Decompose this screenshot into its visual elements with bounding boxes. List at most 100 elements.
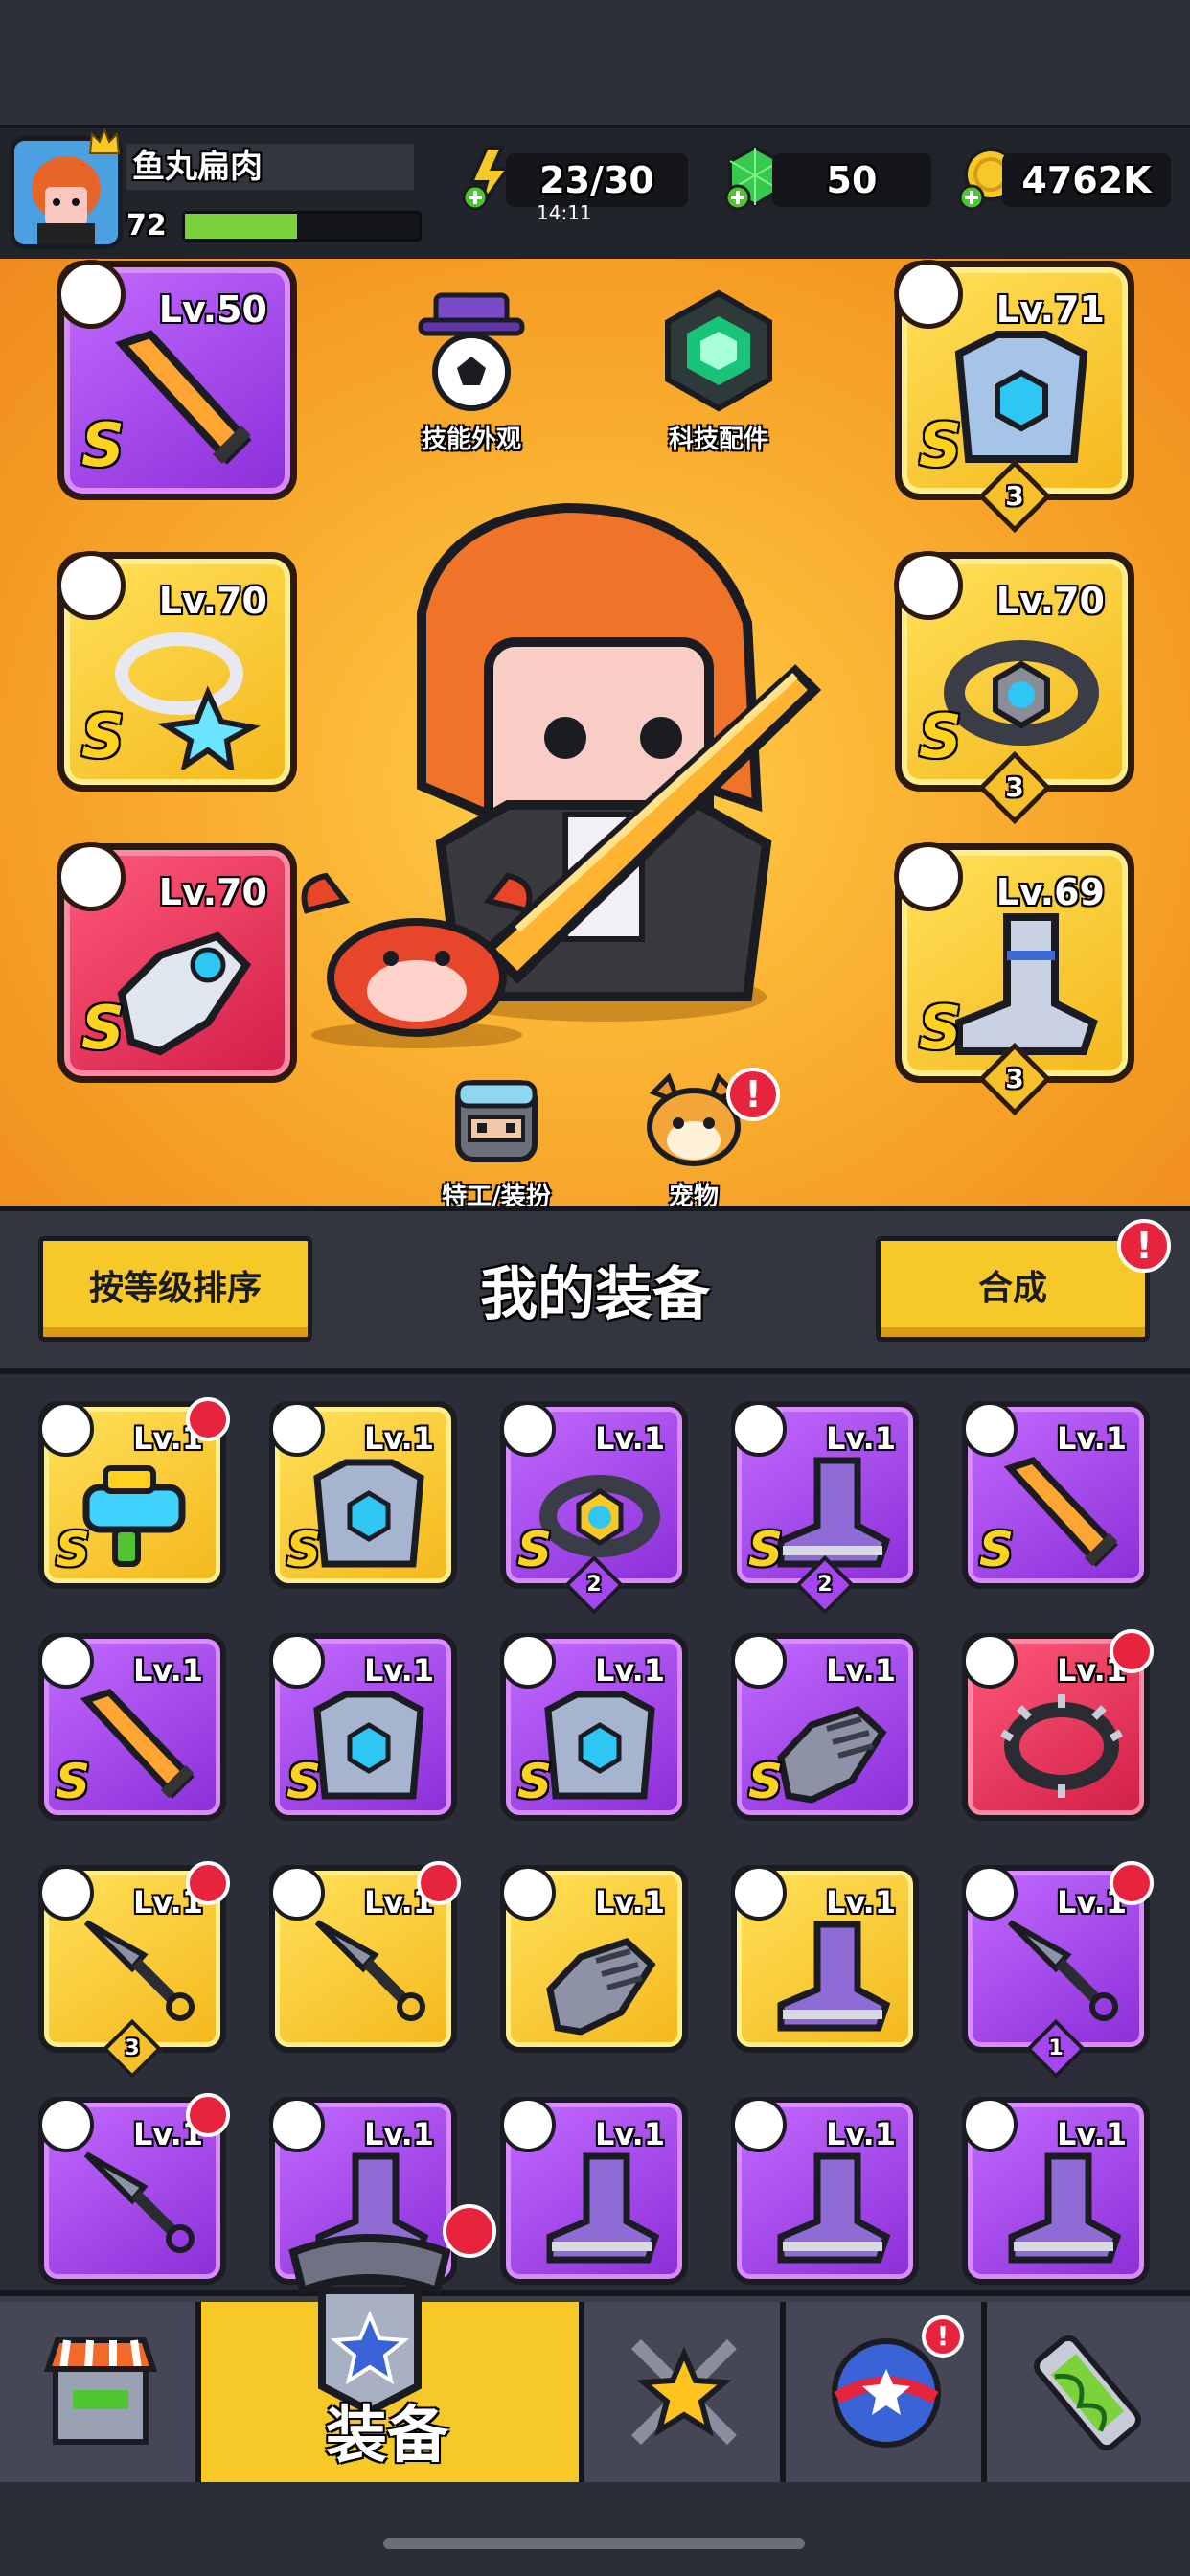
rank-badge: S <box>81 410 125 480</box>
inventory-slot[interactable]: Lv.1 <box>731 1865 919 2053</box>
tech-parts-button[interactable]: 科技配件 <box>632 288 805 455</box>
gauntlet-icon <box>546 1938 656 2036</box>
item-level: Lv.1 <box>594 2116 665 2152</box>
item-level: Lv.1 <box>363 1652 434 1689</box>
inventory-slot[interactable]: Lv.1 <box>731 2097 919 2285</box>
coin-counter: 4762K <box>1002 153 1171 207</box>
inventory-slot[interactable]: Lv.1 S <box>38 1633 226 1821</box>
new-item-badge <box>186 1397 230 1441</box>
xp-bar-fill <box>185 214 298 239</box>
inventory-slot[interactable]: Lv.1 S <box>269 1401 457 1589</box>
armor-icon <box>313 1459 424 1568</box>
energy-counter: 23/30 <box>506 153 688 207</box>
rank-badge: S <box>81 993 125 1063</box>
item-level: Lv.1 <box>594 1652 665 1689</box>
rank-badge: S <box>56 1522 91 1577</box>
crossed-swords-star-icon <box>631 2339 737 2445</box>
merge-alert-badge: ! <box>1117 1219 1171 1273</box>
inventory-slot[interactable]: Lv.1 <box>38 2093 230 2285</box>
status-bar <box>0 0 1190 125</box>
sword-icon <box>80 1688 195 1800</box>
equip-slot-weapon[interactable]: Lv.50 S <box>57 260 297 500</box>
inventory-title: 我的装备 <box>480 1261 710 1328</box>
dna-capsule-icon <box>1034 2334 1141 2451</box>
crown-icon <box>88 128 121 154</box>
belt-icon <box>539 1475 660 1557</box>
rank-badge: S <box>979 1522 1015 1577</box>
inventory-slot[interactable]: Lv.1 <box>962 1629 1154 1821</box>
agent-outfit-button[interactable]: 特工/装扮 <box>410 1073 583 1212</box>
item-level: Lv.1 <box>1056 1420 1127 1457</box>
gauntlet-icon <box>117 932 252 1056</box>
equip-slot-boots[interactable]: Lv.69 S 3 <box>894 842 1134 1116</box>
armor-icon <box>313 1690 424 1800</box>
equip-slot-belt[interactable]: Lv.70 S 3 <box>894 551 1134 825</box>
nav-tab-battle[interactable] <box>584 2302 786 2482</box>
inventory-slot[interactable]: Lv.1 1 <box>962 1861 1154 2080</box>
kunai-icon <box>83 2151 195 2253</box>
boots-icon <box>777 1920 891 2032</box>
sword-icon <box>114 330 252 465</box>
player-level: 72 <box>126 209 167 242</box>
sort-by-level-button[interactable]: 按等级排序 <box>38 1236 312 1342</box>
boots-icon <box>1008 2152 1122 2264</box>
equip-slot-armor[interactable]: Lv.71 S 3 <box>894 260 1134 534</box>
inventory-slot[interactable]: Lv.1 S 2 <box>731 1401 919 1616</box>
new-item-badge <box>186 1861 230 1905</box>
rank-badge: S <box>919 702 962 771</box>
shop-icon <box>43 2337 158 2445</box>
equipment-new-badge <box>443 2204 496 2258</box>
inventory-slot[interactable]: Lv.1 S <box>731 1633 919 1821</box>
inventory-slot[interactable]: Lv.1 <box>269 1861 461 2053</box>
item-level: Lv.1 <box>363 2116 434 2152</box>
armor-icon <box>544 1690 655 1800</box>
home-indicator[interactable] <box>383 2538 805 2549</box>
events-alert-badge: ! <box>922 2315 964 2358</box>
equip-slot-gloves[interactable]: Lv.70 S <box>57 842 297 1083</box>
inventory-slot[interactable]: Lv.1 S <box>500 1633 688 1821</box>
item-level: Lv.1 <box>594 1884 665 1920</box>
rank-badge: S <box>919 410 962 480</box>
spiked-collar-icon <box>1000 1694 1123 1798</box>
boots-icon <box>546 2152 660 2264</box>
inventory-slot[interactable]: Lv.1 <box>500 2097 688 2285</box>
rank-badge: S <box>81 702 125 771</box>
nav-tab-shop[interactable] <box>0 2302 201 2482</box>
nav-tab-events[interactable]: ! <box>786 2302 987 2482</box>
gem-counter: 50 <box>772 153 931 207</box>
blaster-icon <box>82 1465 186 1567</box>
energy-timer: 14:11 <box>537 201 592 224</box>
item-level: Lv.1 <box>825 2116 896 2152</box>
player-name: 鱼丸扁肉 <box>126 144 414 190</box>
nav-tab-evolution[interactable] <box>987 2302 1190 2482</box>
nav-tab-equipment-label: 装备 <box>326 2401 448 2472</box>
equip-slot-necklace[interactable]: Lv.70 S <box>57 551 297 792</box>
merge-button[interactable]: 合成 <box>876 1236 1150 1342</box>
inventory-slot[interactable]: Lv.1 <box>500 1865 688 2053</box>
agent-helmet-icon <box>455 1080 538 1162</box>
inventory-slot[interactable]: Lv.1 S <box>962 1401 1150 1589</box>
skill-skin-button[interactable]: 技能外观 <box>385 288 558 455</box>
rank-badge: S <box>517 1754 553 1809</box>
inventory-slot[interactable]: Lv.1 S 2 <box>500 1401 688 1616</box>
necklace-icon <box>115 632 261 770</box>
inventory-slot[interactable]: Lv.1 S <box>269 1633 457 1821</box>
tech-parts-label: 科技配件 <box>668 426 768 454</box>
pet-crab[interactable] <box>287 872 546 1054</box>
new-item-badge <box>1110 1861 1154 1905</box>
item-level: Lv.1 <box>594 1420 665 1457</box>
item-level: Lv.1 <box>825 1420 896 1457</box>
item-level: Lv.1 <box>132 1652 203 1689</box>
item-level: Lv.1 <box>1056 2116 1127 2152</box>
inventory-slot[interactable]: Lv.1 <box>962 2097 1150 2285</box>
soccer-ball-hat-icon <box>418 292 525 411</box>
boots-icon <box>777 1457 891 1568</box>
tech-hex-icon <box>665 289 772 412</box>
bottom-nav: ! <box>0 2290 1190 2482</box>
inventory-slot[interactable]: Lv.1 S <box>38 1397 230 1589</box>
new-item-badge <box>1110 1629 1154 1673</box>
pet-alert-badge: ! <box>726 1068 780 1121</box>
rank-badge: S <box>286 1754 322 1809</box>
inventory-slot[interactable]: Lv.1 3 <box>38 1861 230 2080</box>
boots-icon <box>777 2152 891 2264</box>
